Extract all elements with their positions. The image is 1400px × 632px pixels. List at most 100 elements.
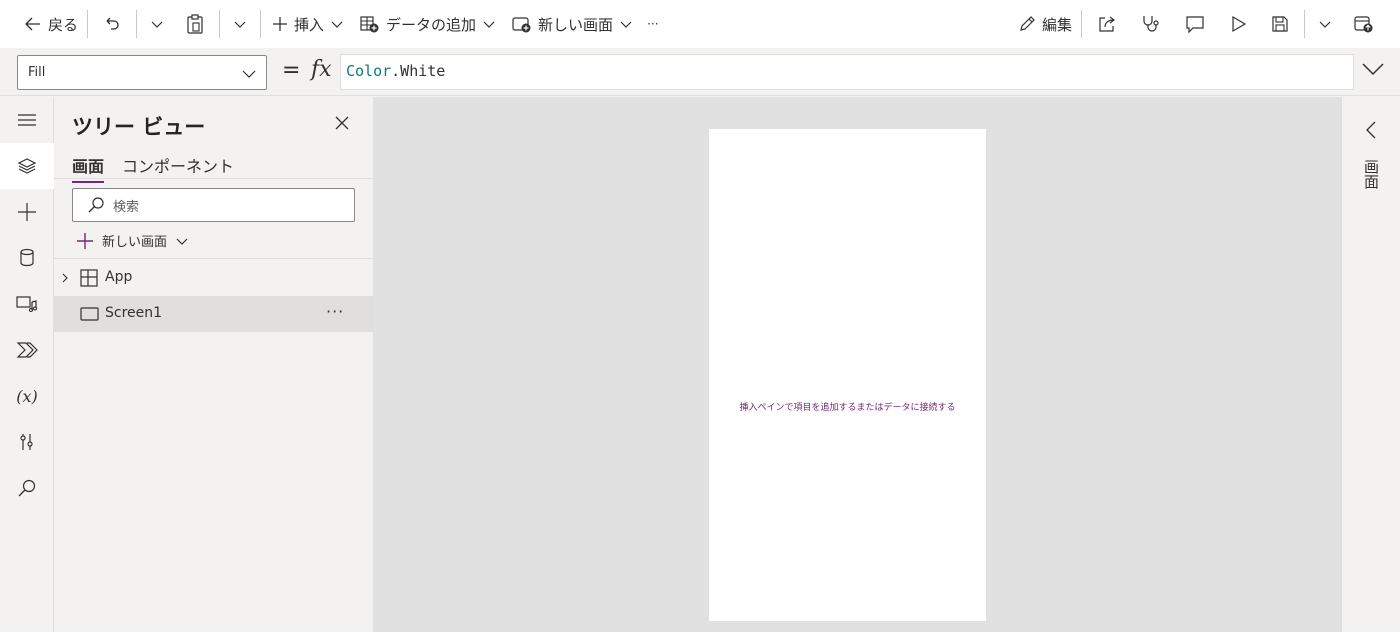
formula-object-token: Color	[346, 62, 392, 80]
variables-icon: (x)	[16, 386, 38, 406]
rail-media-button[interactable]	[0, 281, 54, 327]
formula-input[interactable]: Color.White	[340, 54, 1354, 90]
new-screen-link-label: 新しい画面	[102, 235, 168, 250]
edit-button[interactable]: 編集	[1012, 8, 1078, 40]
rail-menu-button[interactable]	[0, 97, 54, 143]
divider	[1081, 10, 1082, 38]
rail-search-button[interactable]	[0, 465, 54, 511]
comments-button[interactable]	[1173, 8, 1217, 40]
publish-button[interactable]	[1342, 8, 1386, 40]
chevron-down-icon	[176, 238, 188, 245]
chevron-down-icon	[242, 70, 256, 78]
add-data-button[interactable]: データの追加	[352, 8, 504, 40]
insert-button[interactable]: 挿入	[264, 8, 352, 40]
clipboard-icon	[187, 14, 203, 34]
database-icon	[20, 248, 34, 267]
preview-button[interactable]	[1217, 8, 1259, 40]
stethoscope-icon	[1143, 16, 1159, 32]
plus-icon	[18, 203, 36, 221]
tree-node-app[interactable]: App	[54, 260, 373, 296]
chevron-down-icon	[1319, 21, 1331, 28]
screen1-canvas[interactable]: 挿入ペインで項目を追加するまたはデータに接続する	[709, 129, 986, 621]
add-data-label: データの追加	[386, 15, 477, 34]
divider	[87, 10, 89, 38]
property-value: Fill	[28, 65, 46, 80]
arrow-left-icon	[25, 17, 40, 31]
divider	[260, 10, 262, 38]
share-icon	[1099, 16, 1115, 32]
play-icon	[1232, 15, 1247, 33]
rail-variables-button[interactable]: (x)	[0, 373, 54, 419]
search-icon	[88, 197, 104, 213]
screen-icon	[80, 307, 99, 321]
fx-icon[interactable]: fx	[311, 57, 332, 82]
divider	[54, 178, 373, 179]
save-menu-button[interactable]	[1308, 8, 1342, 40]
divider	[1304, 10, 1305, 38]
chevron-right-icon[interactable]	[60, 273, 70, 283]
comment-icon	[1186, 16, 1204, 33]
tree-view-pane: ツリー ビュー 画面 コンポーネント 検索 新しい画面 App Screen1 …	[54, 97, 373, 632]
properties-pane-collapsed: 画面	[1341, 97, 1400, 632]
left-rail: (x)	[0, 97, 54, 632]
pencil-icon	[1020, 16, 1035, 31]
rail-data-button[interactable]	[0, 235, 54, 281]
properties-pane-label[interactable]: 画面	[1361, 159, 1380, 189]
app-grid-icon	[80, 269, 98, 287]
tools-icon	[20, 434, 33, 450]
property-dropdown[interactable]: Fill	[17, 55, 267, 90]
rail-insert-button[interactable]	[0, 189, 54, 235]
divider	[54, 258, 373, 259]
more-commands-button[interactable]: ···	[641, 8, 664, 40]
close-icon[interactable]	[334, 115, 350, 131]
divider	[136, 10, 138, 38]
new-screen-label: 新しい画面	[538, 15, 614, 34]
share-button[interactable]	[1085, 8, 1129, 40]
search-placeholder: 検索	[113, 199, 140, 215]
undo-menu-button[interactable]	[140, 8, 174, 40]
save-button[interactable]	[1259, 8, 1301, 40]
empty-screen-hint[interactable]: 挿入ペインで項目を追加するまたはデータに接続する	[709, 400, 986, 413]
new-screen-link[interactable]: 新しい画面	[76, 231, 189, 250]
chevron-down-icon	[151, 21, 163, 28]
equals-sign: =	[282, 58, 301, 83]
power-automate-icon	[16, 342, 38, 358]
paste-button[interactable]	[174, 8, 216, 40]
insert-label: 挿入	[294, 15, 325, 34]
publish-icon	[1354, 16, 1373, 33]
chevron-down-icon	[620, 21, 632, 28]
design-canvas: 挿入ペインで項目を追加するまたはデータに接続する	[373, 97, 1341, 632]
hamburger-icon	[18, 114, 36, 126]
new-screen-icon	[512, 17, 531, 33]
search-icon	[18, 479, 36, 497]
chevron-down-icon	[331, 21, 343, 28]
database-add-icon	[360, 16, 379, 33]
tree-node-screen1[interactable]: Screen1 ···	[54, 296, 373, 332]
rail-tree-view-button[interactable]	[0, 143, 54, 189]
layers-icon	[17, 158, 37, 174]
command-bar: 戻る 挿入 データの追加 新しい画面 ··· 編集	[0, 0, 1400, 48]
rail-power-automate-button[interactable]	[0, 327, 54, 373]
plus-icon	[273, 17, 288, 31]
formula-bar: Fill = fx Color.White	[0, 48, 1400, 96]
chevron-down-icon	[234, 21, 246, 28]
save-icon	[1272, 16, 1288, 32]
more-options-button[interactable]: ···	[326, 302, 344, 321]
formula-member-token: .White	[391, 62, 446, 80]
chevron-left-icon[interactable]	[1364, 121, 1378, 139]
expand-formula-icon[interactable]	[1362, 62, 1384, 76]
media-icon	[16, 296, 38, 313]
divider	[219, 10, 221, 38]
back-label: 戻る	[48, 15, 79, 34]
search-input[interactable]: 検索	[72, 188, 355, 222]
undo-icon	[106, 17, 119, 30]
rail-tools-button[interactable]	[0, 419, 54, 465]
back-button[interactable]: 戻る	[18, 8, 84, 40]
new-screen-button[interactable]: 新しい画面	[504, 8, 641, 40]
undo-button[interactable]	[91, 8, 133, 40]
app-checker-button[interactable]	[1129, 8, 1173, 40]
tree-view-title: ツリー ビュー	[72, 115, 206, 139]
tree-node-label: App	[105, 269, 133, 285]
edit-label: 編集	[1041, 15, 1072, 34]
paste-menu-button[interactable]	[223, 8, 257, 40]
